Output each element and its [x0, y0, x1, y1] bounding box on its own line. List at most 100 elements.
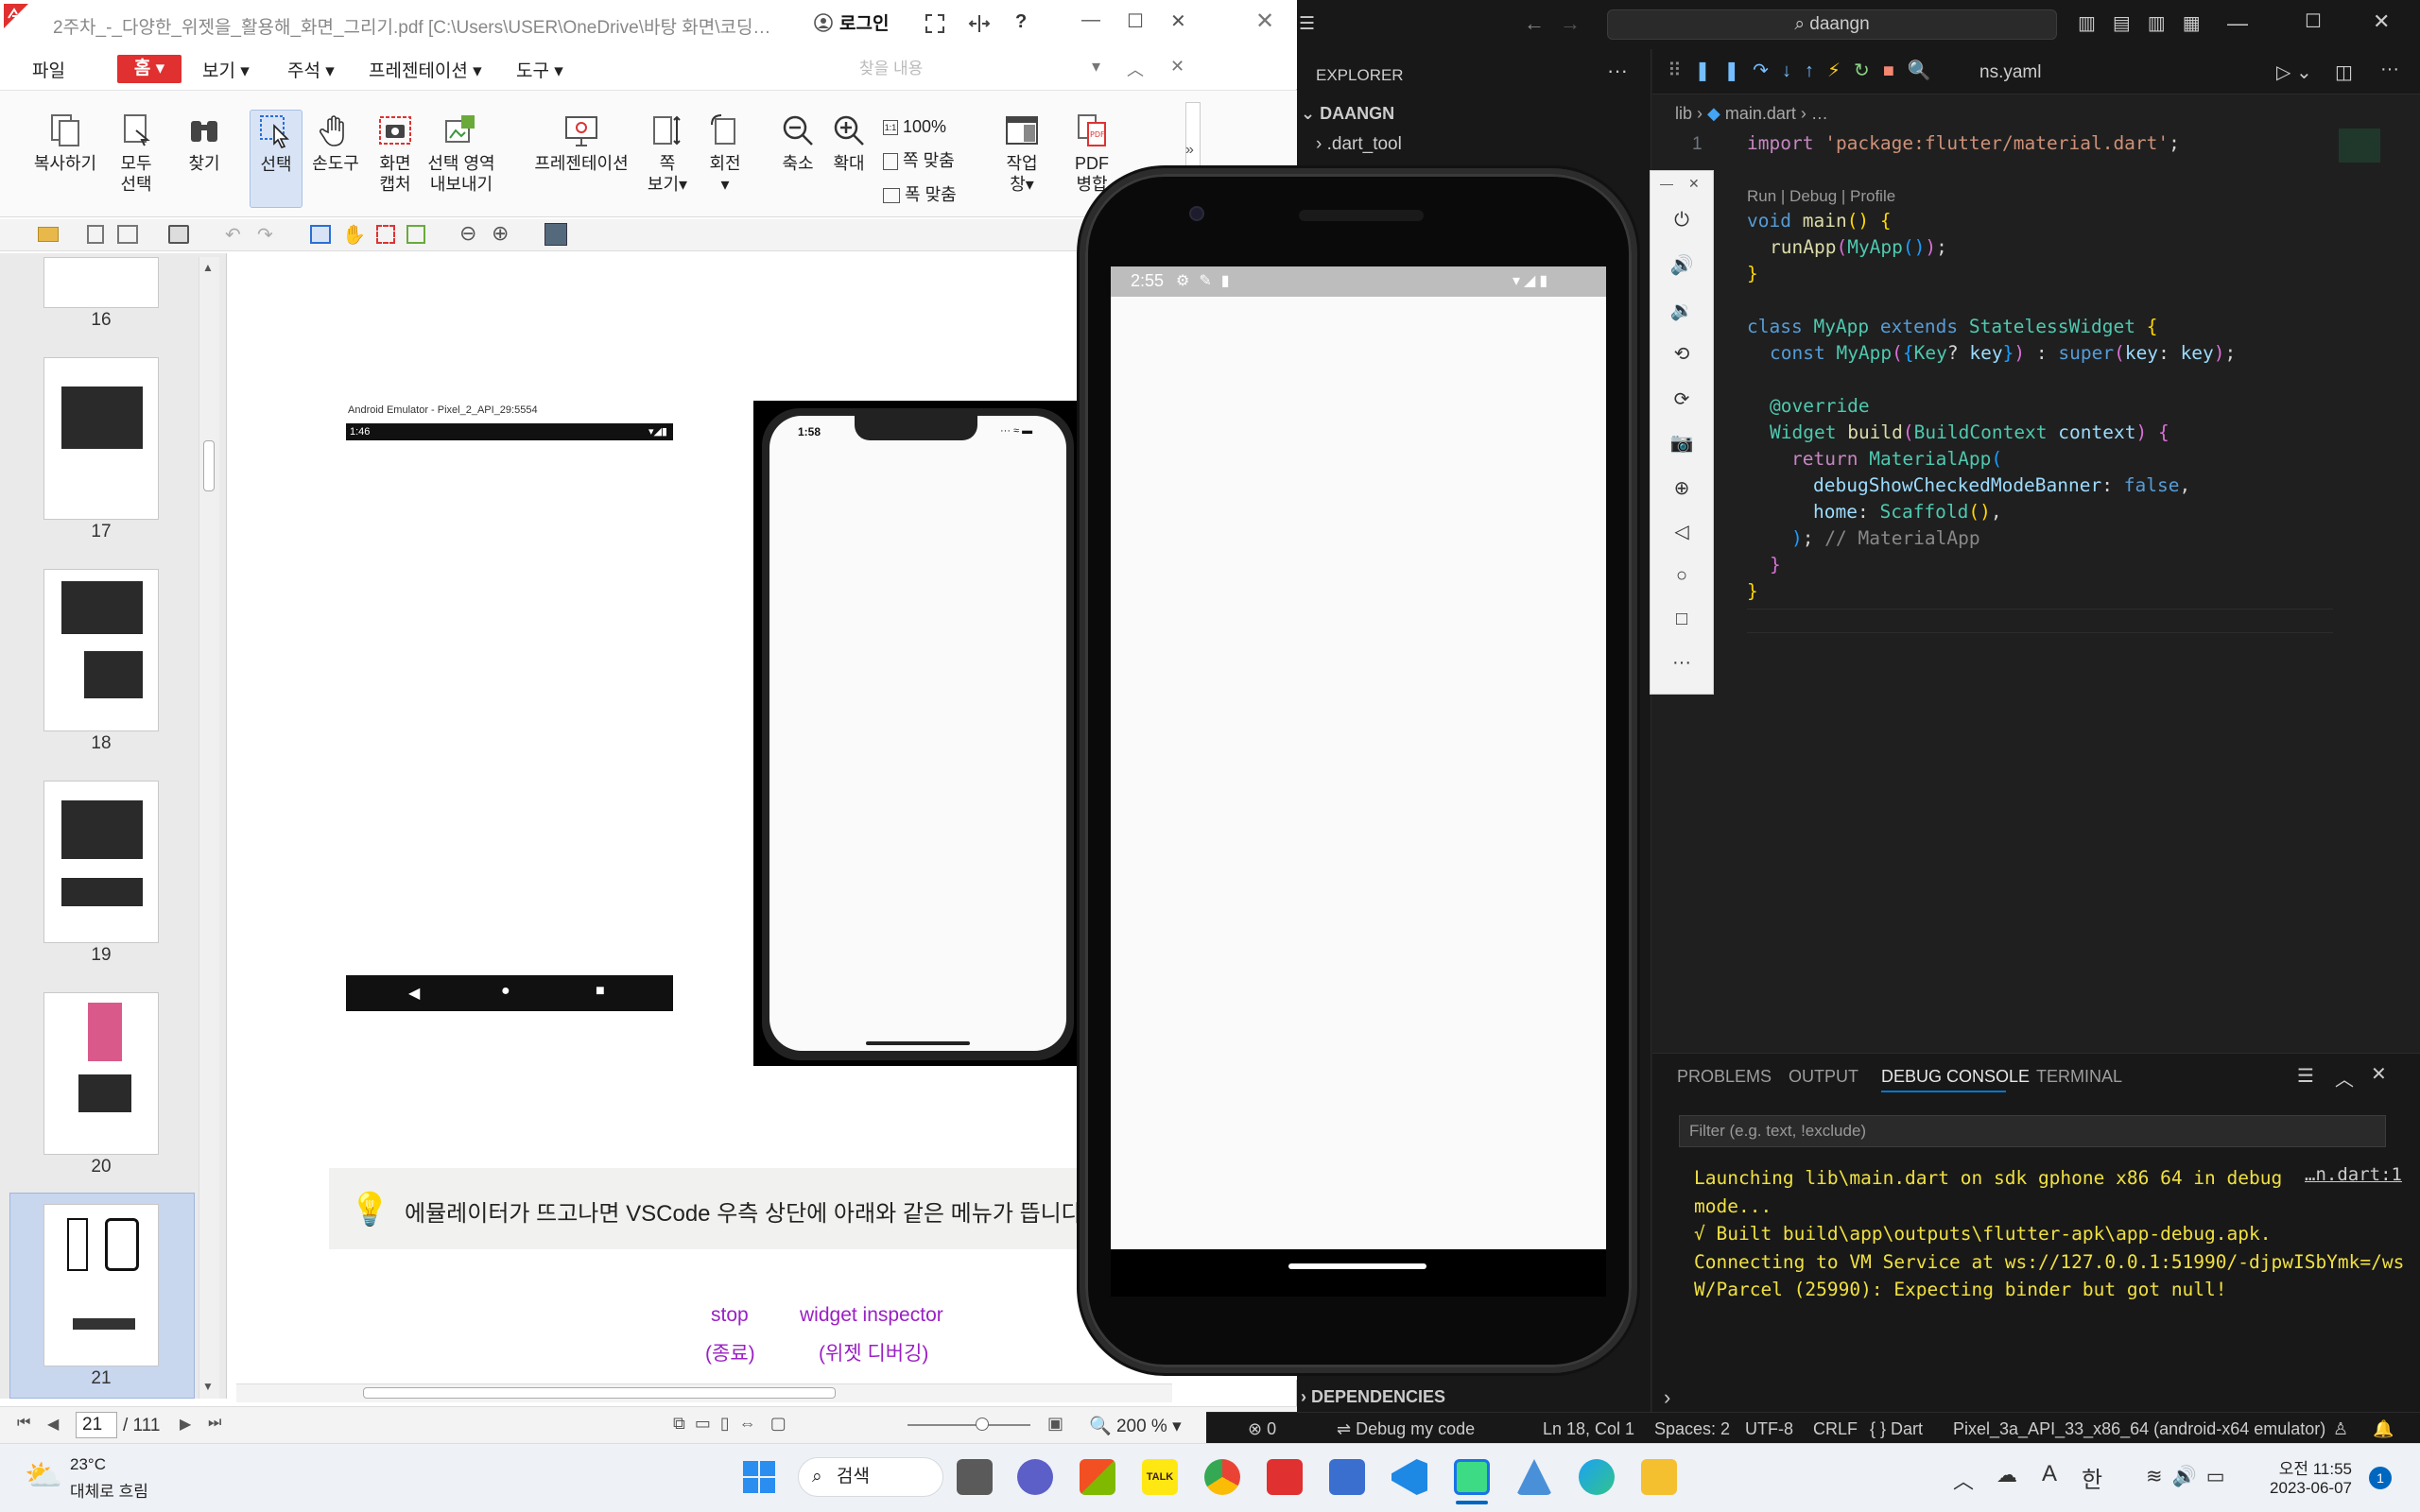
console-source-link[interactable]: …n.dart:1: [2305, 1164, 2402, 1185]
quick-layout-icon[interactable]: [544, 223, 567, 246]
emu-volume-down-icon[interactable]: 🔉: [1668, 299, 1695, 325]
panel-tab-output[interactable]: OUTPUT: [1789, 1067, 1858, 1087]
emu-rotate-left-icon[interactable]: ⟲: [1668, 342, 1695, 369]
thumbnail-page-20[interactable]: [43, 992, 159, 1155]
menu-tools[interactable]: 도구 ▾: [516, 57, 563, 82]
copy-button[interactable]: 복사하기: [32, 112, 98, 174]
status-encoding[interactable]: UTF-8: [1745, 1419, 1793, 1439]
weather-desc[interactable]: 대체로 흐림: [70, 1478, 148, 1502]
debug-console-filter[interactable]: Filter (e.g. text, !exclude): [1679, 1115, 2386, 1147]
run-icon[interactable]: ▷ ⌄: [2276, 60, 2312, 84]
debug-step-over-icon[interactable]: ↷: [1753, 60, 1782, 81]
weather-temp[interactable]: 23°C: [70, 1455, 106, 1474]
thumbnail-page-21[interactable]: [43, 1204, 159, 1366]
vscode-menu-icon[interactable]: ☰: [1299, 13, 1315, 35]
print-icon[interactable]: [168, 225, 189, 244]
page-number-input[interactable]: 21: [76, 1412, 117, 1438]
screen-capture-button[interactable]: 화면 캡처: [371, 112, 420, 195]
page-view-button[interactable]: 쪽 보기▾: [647, 112, 688, 195]
select-all-button[interactable]: 모두 선택: [110, 112, 163, 195]
page-hscroll-thumb[interactable]: [363, 1387, 836, 1399]
emu-overview-icon[interactable]: □: [1668, 609, 1695, 635]
tray-wifi-sound-battery-icons[interactable]: ≋🔊▭: [2146, 1465, 2235, 1488]
secondary-close-icon[interactable]: ✕: [1255, 8, 1274, 35]
emu-zoom-icon[interactable]: ⊕: [1668, 476, 1695, 503]
fit-icon[interactable]: ▣: [1047, 1414, 1063, 1434]
panel-maximize-icon[interactable]: ︿: [2335, 1064, 2354, 1091]
taskbar-search[interactable]: ⌕ 검색: [798, 1457, 943, 1497]
emu-power-icon[interactable]: ⏻: [1668, 210, 1695, 236]
status-debug-config[interactable]: ⇌ Debug my code: [1337, 1419, 1475, 1439]
nav-forward-arrow-icon[interactable]: →: [1560, 11, 1581, 36]
minimize-icon[interactable]: —: [1081, 9, 1100, 31]
status-eol[interactable]: CRLF: [1813, 1419, 1858, 1439]
debug-toolbar[interactable]: ⠿❚❚↷↓↑⚡↻■🔍: [1668, 59, 1945, 82]
quick-hand-icon[interactable]: ✋: [342, 223, 366, 247]
debug-stop-icon[interactable]: ■: [1883, 60, 1908, 81]
presentation-button[interactable]: 프레젠테이션: [531, 112, 631, 174]
emu-screenshot-icon[interactable]: 📷: [1668, 431, 1695, 457]
tray-overflow-icon[interactable]: ︿: [1953, 1465, 1974, 1495]
view-mode-icons[interactable]: ⧉ ▭ ▯ ⇔ ▢: [673, 1414, 786, 1434]
emu-back-icon[interactable]: ◁: [1668, 520, 1695, 546]
fit-width-button[interactable]: 폭 맞춤: [883, 178, 957, 212]
export-selection-button[interactable]: 선택 영역 내보내기: [425, 112, 497, 195]
search-dropdown-icon[interactable]: ▾: [1092, 57, 1100, 77]
app-screen-scaffold[interactable]: [1111, 266, 1606, 1249]
panel-tab-terminal[interactable]: TERMINAL: [2036, 1067, 2122, 1087]
start-button-icon[interactable]: [743, 1461, 775, 1493]
redo-icon[interactable]: ↷: [257, 223, 273, 247]
emu-home-icon[interactable]: ○: [1668, 565, 1695, 592]
debug-restart-icon[interactable]: ↻: [1854, 60, 1883, 81]
find-button[interactable]: 찾기: [180, 112, 229, 174]
zoom-level[interactable]: 🔍 200 % ▾: [1089, 1415, 1182, 1437]
emu-volume-up-icon[interactable]: 🔊: [1668, 253, 1695, 280]
notification-badge[interactable]: 1: [2369, 1467, 2392, 1489]
breadcrumb[interactable]: lib › ◆ main.dart › …: [1675, 104, 1828, 124]
gesture-home-pill[interactable]: [1288, 1263, 1426, 1269]
nav-back-arrow-icon[interactable]: ←: [1524, 11, 1545, 36]
debug-pause-icon[interactable]: ❚❚: [1695, 60, 1754, 81]
fullscreen-icon[interactable]: [925, 13, 945, 34]
debug-step-out-icon[interactable]: ↑: [1805, 60, 1827, 81]
fit-page-button[interactable]: 쪽 맞춤: [883, 144, 957, 178]
pdf-search-input[interactable]: 찾을 내용: [856, 55, 1101, 83]
minimap[interactable]: [2339, 129, 2380, 163]
open-folder-icon[interactable]: [38, 227, 59, 242]
thumbnail-scrollbar[interactable]: [199, 257, 219, 1399]
explorer-more-icon[interactable]: ···: [1607, 59, 1628, 83]
save-as-icon[interactable]: [117, 225, 138, 244]
panel-filter-list-icon[interactable]: ☰: [2297, 1064, 2314, 1088]
debug-step-into-icon[interactable]: ↓: [1782, 60, 1805, 81]
menu-annotate[interactable]: 주석 ▾: [287, 57, 335, 82]
workspace-button[interactable]: 작업 창▾: [998, 112, 1046, 195]
status-feedback-icon[interactable]: ♙: [2333, 1419, 2348, 1439]
folder-dart-tool[interactable]: › .dart_tool: [1316, 134, 1402, 155]
zoom-slider-handle[interactable]: [976, 1418, 989, 1431]
file-explorer-icon[interactable]: [1641, 1459, 1677, 1495]
chrome-icon[interactable]: [1204, 1459, 1240, 1495]
split-view-icon[interactable]: [968, 13, 991, 34]
status-language[interactable]: { } Dart: [1870, 1419, 1923, 1439]
maximize-icon[interactable]: ☐: [1127, 9, 1144, 33]
thumbnail-page-16[interactable]: [43, 257, 159, 308]
debug-drag-icon[interactable]: ⠿: [1668, 60, 1695, 81]
vscode-minimize-icon[interactable]: —: [2227, 11, 2248, 36]
widget-inspector-icon[interactable]: 🔍: [1908, 60, 1945, 81]
rotate-button[interactable]: 회전 ▾: [703, 112, 747, 195]
menu-view[interactable]: 보기 ▾: [202, 57, 250, 82]
kakaotalk-icon[interactable]: TALK: [1142, 1459, 1178, 1495]
help-icon[interactable]: ?: [1015, 11, 1027, 33]
edge-icon[interactable]: [1579, 1459, 1615, 1495]
dependencies-section[interactable]: › DEPENDENCIES: [1301, 1387, 1445, 1407]
tray-clock[interactable]: 오전 11:55 2023-06-07: [2263, 1455, 2352, 1498]
thumb-scroll-up-icon[interactable]: ▲: [202, 261, 214, 274]
zoom-slider-track[interactable]: [908, 1424, 1030, 1426]
thumbnail-page-18[interactable]: [43, 569, 159, 731]
first-page-icon[interactable]: ⏮: [17, 1415, 30, 1432]
next-page-icon[interactable]: ▶: [180, 1415, 191, 1434]
ime-language[interactable]: 한: [2082, 1461, 2102, 1494]
teams-chat-icon[interactable]: [1017, 1459, 1053, 1495]
menu-file[interactable]: 파일: [32, 57, 65, 82]
panel-tab-problems[interactable]: PROBLEMS: [1677, 1067, 1772, 1087]
